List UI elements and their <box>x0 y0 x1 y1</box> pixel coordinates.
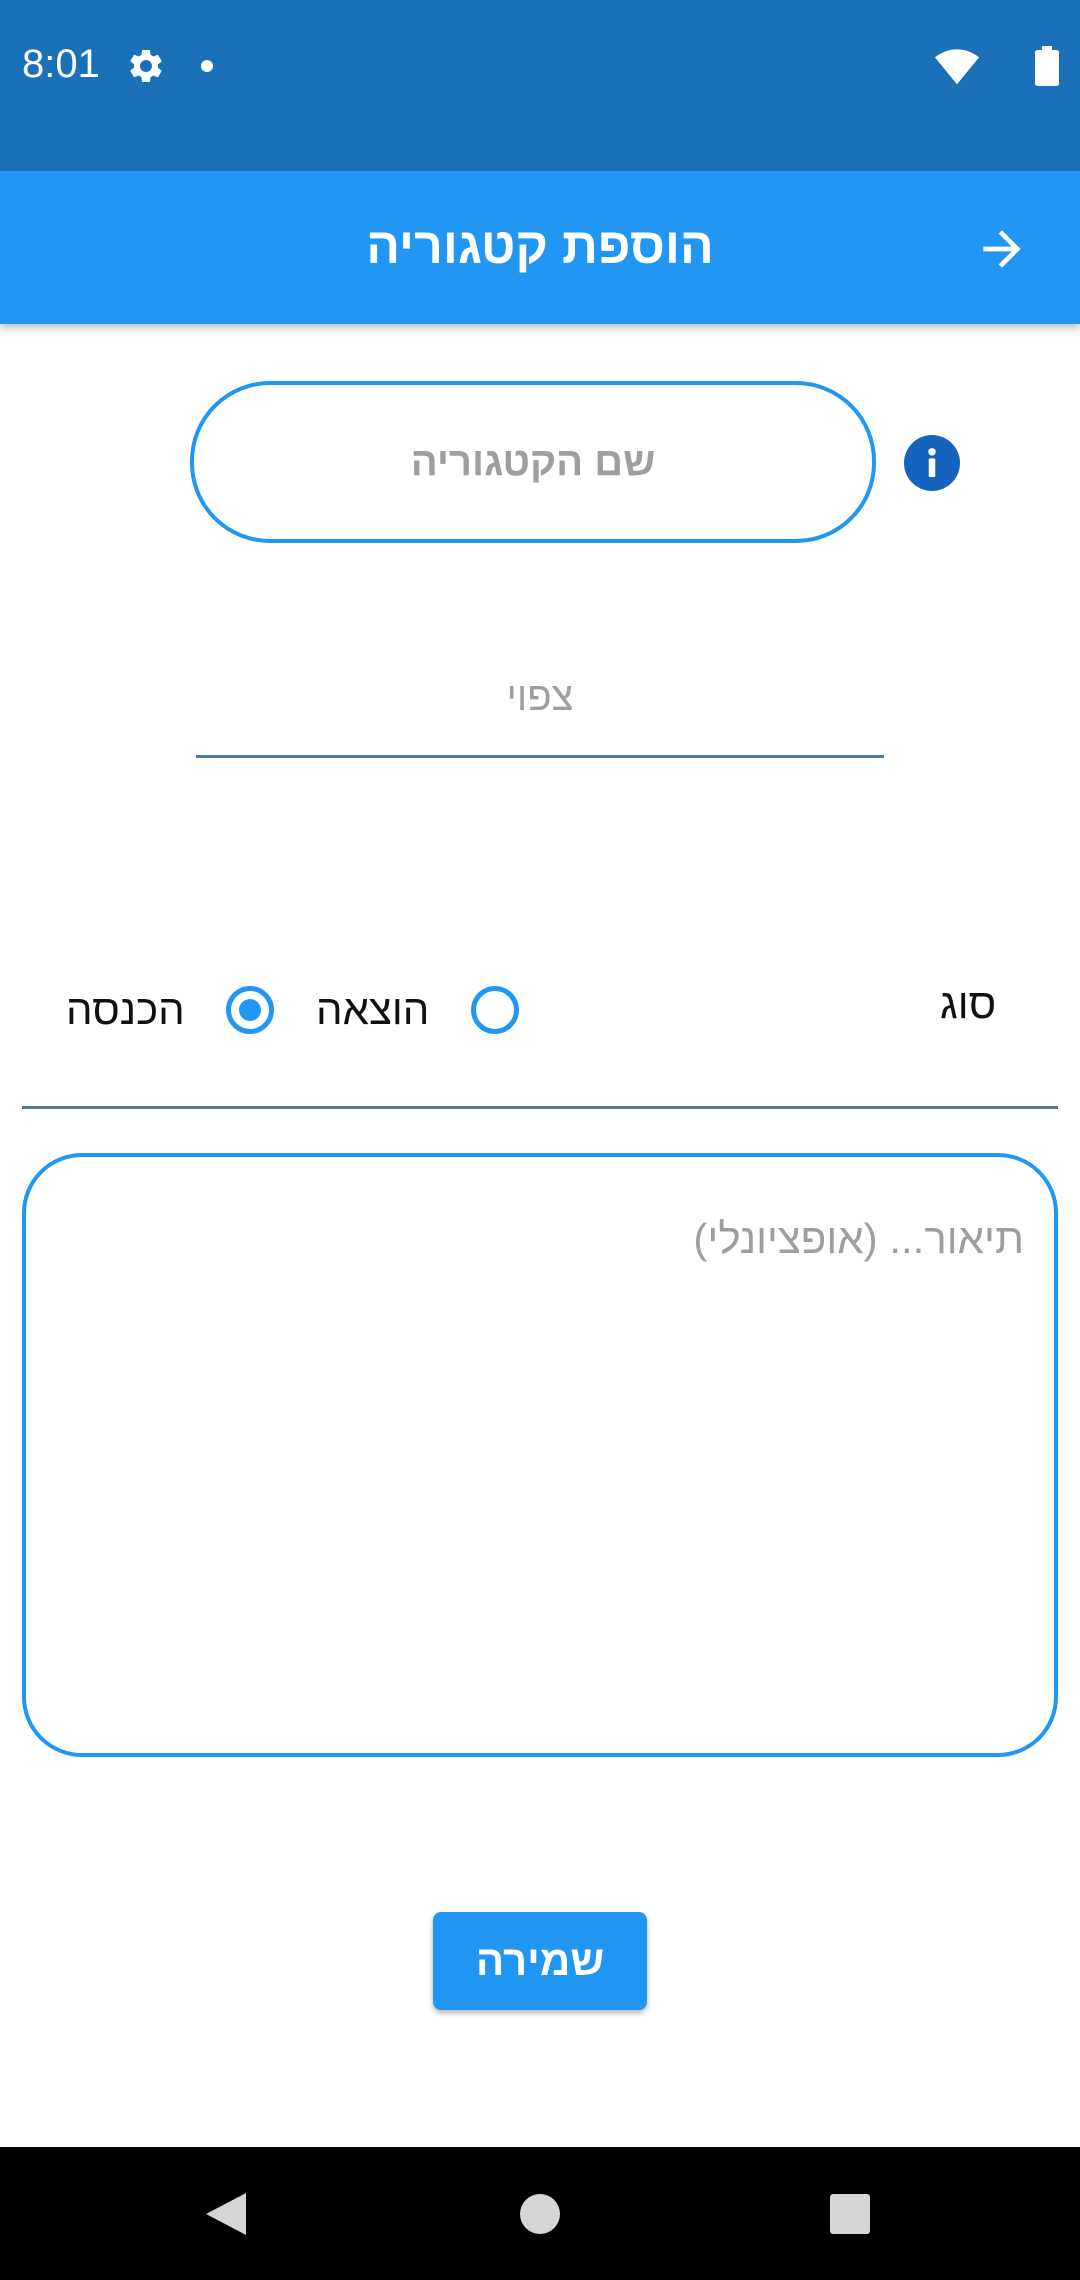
status-bar: 8:01 <box>0 0 1080 171</box>
expected-input[interactable]: צפוי <box>196 640 884 758</box>
notification-dot-icon <box>201 60 213 72</box>
save-button-label: שמירה <box>475 1937 605 1984</box>
expense-radio[interactable] <box>471 986 519 1034</box>
expense-label[interactable]: הוצאה <box>316 986 429 1034</box>
description-textarea[interactable]: תיאור... (אופציונלי) <box>22 1153 1058 1757</box>
income-radio[interactable] <box>226 986 274 1034</box>
wifi-icon <box>934 49 980 85</box>
app-bar: הוספת קטגוריה <box>0 171 1080 324</box>
category-name-input[interactable]: שם הקטגוריה <box>190 381 876 543</box>
type-label: סוג <box>940 980 997 1027</box>
info-icon[interactable] <box>904 435 960 491</box>
save-button[interactable]: שמירה <box>433 1912 647 2010</box>
back-triangle-icon[interactable] <box>204 2191 248 2237</box>
system-nav-bar <box>0 2147 1080 2280</box>
status-time: 8:01 <box>22 42 100 86</box>
page-title: הוספת קטגוריה <box>366 218 714 274</box>
description-placeholder: תיאור... (אופציונלי) <box>693 1215 1024 1262</box>
category-name-placeholder: שם הקטגוריה <box>410 439 656 484</box>
income-label[interactable]: הכנסה <box>66 986 185 1034</box>
battery-icon <box>1035 46 1059 86</box>
arrow-right-icon[interactable] <box>974 221 1030 277</box>
gear-icon <box>130 49 162 82</box>
divider <box>22 1106 1058 1109</box>
expected-placeholder: צפוי <box>506 675 574 719</box>
recents-square-icon[interactable] <box>830 2194 870 2234</box>
home-circle-icon[interactable] <box>520 2194 560 2234</box>
